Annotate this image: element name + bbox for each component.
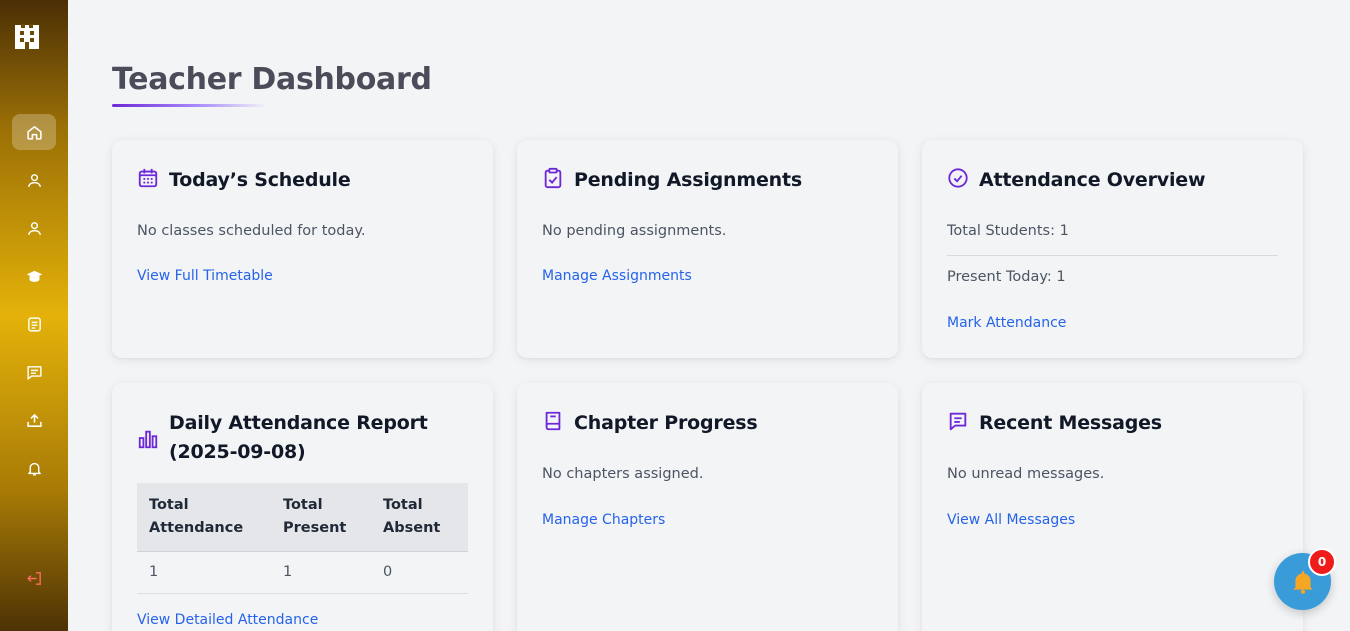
home-icon (26, 125, 42, 140)
attendance-divider (947, 255, 1278, 256)
attendance-card: Attendance Overview Total Students: 1 Pr… (922, 140, 1303, 358)
check-circle-icon (948, 168, 968, 188)
sidebar (0, 0, 68, 631)
bell-icon (27, 462, 41, 476)
graduation-cap-icon (26, 270, 42, 282)
messages-empty-text: No unread messages. (947, 466, 1105, 482)
table-header: Total Attendance (137, 483, 271, 552)
attendance-report-title: Daily Attendance Report (2025-09-08) (169, 412, 428, 463)
assignments-empty-text: No pending assignments. (542, 223, 727, 239)
clipboard-check-icon (544, 167, 562, 189)
table-cell: 1 (271, 551, 371, 594)
chat-icon (26, 365, 42, 380)
view-detailed-attendance-link[interactable]: View Detailed Attendance (137, 612, 318, 628)
main-content: Teacher Dashboard Today’s Schedule No cl… (68, 0, 1350, 631)
document-icon (27, 316, 41, 332)
schedule-title: Today’s Schedule (169, 169, 351, 191)
sidebar-item-uploads[interactable] (12, 402, 56, 438)
assignments-title: Pending Assignments (574, 169, 802, 191)
chapters-title: Chapter Progress (574, 412, 758, 434)
present-today-text: Present Today: 1 (947, 269, 1066, 285)
attendance-title: Attendance Overview (979, 169, 1206, 191)
chapters-card: Chapter Progress No chapters assigned. M… (517, 383, 898, 631)
table-row: 1 1 0 (137, 551, 468, 594)
bar-chart-icon (138, 430, 158, 448)
view-full-timetable-link[interactable]: View Full Timetable (137, 268, 273, 284)
table-header: Total Absent (371, 483, 468, 552)
sidebar-item-assignments[interactable] (12, 306, 56, 342)
sidebar-item-notifications[interactable] (12, 450, 56, 486)
view-all-messages-link[interactable]: View All Messages (947, 512, 1075, 528)
attendance-report-table: Total Attendance Total Present Total Abs… (137, 483, 468, 594)
sidebar-item-classes[interactable] (12, 258, 56, 294)
total-students-text: Total Students: 1 (947, 223, 1069, 239)
messages-card: Recent Messages No unread messages. View… (922, 383, 1303, 631)
manage-assignments-link[interactable]: Manage Assignments (542, 268, 692, 284)
user-icon (27, 221, 41, 235)
user-icon (27, 173, 41, 187)
page-title: Teacher Dashboard (112, 62, 432, 97)
book-icon (545, 411, 561, 431)
assignments-card: Pending Assignments No pending assignmen… (517, 140, 898, 358)
schedule-card: Today’s Schedule No classes scheduled fo… (112, 140, 493, 358)
messages-title: Recent Messages (979, 412, 1162, 434)
sidebar-item-logout[interactable] (12, 560, 56, 596)
attendance-report-card: Daily Attendance Report (2025-09-08) Tot… (112, 383, 493, 631)
notification-count-badge: 0 (1308, 548, 1336, 576)
building-icon (14, 24, 40, 50)
bell-icon (1292, 570, 1313, 594)
table-cell: 0 (371, 551, 468, 594)
table-cell: 1 (137, 551, 271, 594)
schedule-empty-text: No classes scheduled for today. (137, 223, 366, 239)
calendar-icon (138, 168, 158, 188)
sidebar-item-students[interactable] (12, 210, 56, 246)
message-icon (949, 412, 967, 431)
mark-attendance-link[interactable]: Mark Attendance (947, 315, 1066, 331)
manage-chapters-link[interactable]: Manage Chapters (542, 512, 665, 528)
upload-icon (26, 413, 42, 427)
chapters-empty-text: No chapters assigned. (542, 466, 704, 482)
logout-icon (26, 571, 41, 585)
table-header: Total Present (271, 483, 371, 552)
title-underline (112, 104, 267, 107)
sidebar-item-profile[interactable] (12, 162, 56, 198)
sidebar-item-messages[interactable] (12, 354, 56, 390)
sidebar-item-home[interactable] (12, 114, 56, 150)
